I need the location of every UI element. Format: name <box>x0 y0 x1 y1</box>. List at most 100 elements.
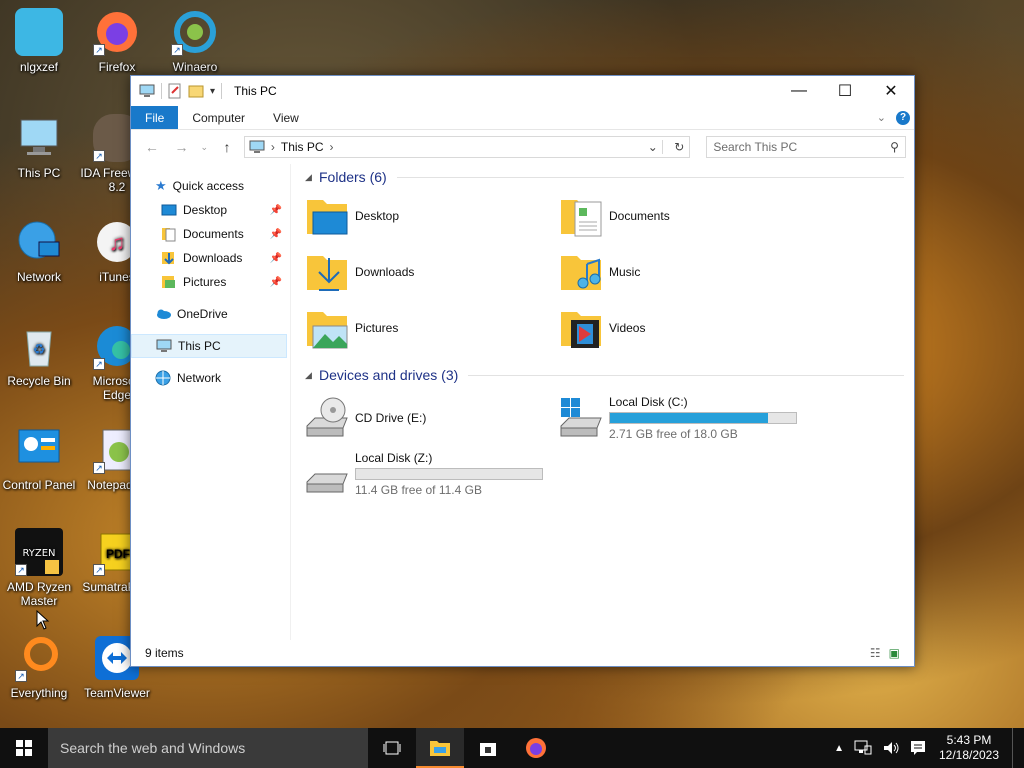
ryzen-icon: RYZEN ↗ <box>15 528 63 576</box>
customize-toolbar-dropdown[interactable]: ▾ <box>210 86 215 97</box>
search-icon[interactable]: ⚲ <box>890 140 899 154</box>
window-title: This PC <box>234 84 277 98</box>
drive-tile-cd-e[interactable]: CD Drive (E:) <box>305 390 559 446</box>
firefox-icon: ↗ <box>93 8 141 56</box>
breadcrumb-this-pc[interactable]: This PC <box>281 140 324 154</box>
desktop-icon-recycle-bin[interactable]: ♻ Recycle Bin <box>0 322 78 388</box>
taskbar-clock[interactable]: 5:43 PM 12/18/2023 <box>936 733 1002 763</box>
computer-icon <box>156 339 172 352</box>
search-input[interactable] <box>713 140 884 154</box>
sidebar-item-onedrive[interactable]: OneDrive <box>131 302 290 326</box>
drive-usage-fill <box>610 413 769 423</box>
breadcrumb-separator-icon[interactable]: › <box>330 140 334 154</box>
mouse-cursor-icon <box>36 610 50 630</box>
desktop-icon-this-pc[interactable]: This PC <box>0 114 78 180</box>
help-icon[interactable]: ? <box>896 110 910 125</box>
title-bar[interactable]: ▾ This PC — ☐ ✕ <box>131 76 914 106</box>
tab-file[interactable]: File <box>131 106 179 129</box>
details-view-icon[interactable]: ☷ <box>870 646 881 660</box>
desktop-icon-network[interactable]: Network <box>0 218 78 284</box>
sidebar-item-quick-access[interactable]: ★ Quick access <box>131 174 290 198</box>
sidebar-item-pictures[interactable]: Pictures 📌 <box>131 270 290 294</box>
pin-icon[interactable]: 📌 <box>270 229 282 240</box>
close-button[interactable]: ✕ <box>868 76 914 106</box>
breadcrumb-separator-icon[interactable]: › <box>271 140 275 154</box>
show-hidden-icons-chevron-icon[interactable]: ▲ <box>834 743 844 754</box>
pin-icon[interactable]: 📌 <box>270 277 282 288</box>
desktop-icon-user[interactable]: nlgxzef <box>0 8 78 74</box>
minimize-button[interactable]: — <box>776 76 822 106</box>
folder-tile-downloads[interactable]: Downloads <box>305 244 559 300</box>
desktop-icon-amd-ryzen-master[interactable]: RYZEN ↗ AMD Ryzen Master <box>0 528 78 608</box>
folder-tile-pictures[interactable]: Pictures <box>305 300 559 356</box>
desktop-icon-firefox[interactable]: ↗ Firefox <box>78 8 156 74</box>
shortcut-arrow-icon: ↗ <box>93 564 105 576</box>
network-status-icon[interactable] <box>854 740 872 756</box>
shortcut-arrow-icon: ↗ <box>171 44 183 56</box>
tile-label: Documents <box>609 209 670 223</box>
desktop-folder-icon <box>307 200 348 235</box>
sidebar-item-downloads[interactable]: Downloads 📌 <box>131 246 290 270</box>
item-count: 9 items <box>145 646 184 660</box>
firefox-icon <box>526 738 546 758</box>
collapse-chevron-icon[interactable]: ◢ <box>305 370 319 381</box>
navigation-pane: ★ Quick access Desktop 📌 Documents 📌 Dow… <box>131 164 291 640</box>
forward-button[interactable]: → <box>169 139 195 155</box>
desktop-icon-winaero[interactable]: ↗ Winaero <box>156 8 234 74</box>
group-header-folders[interactable]: ◢ Folders (6) <box>305 166 914 188</box>
sidebar-item-label: Pictures <box>183 275 227 289</box>
sidebar-item-this-pc[interactable]: This PC <box>131 334 287 358</box>
folder-tile-videos[interactable]: Videos <box>559 300 813 356</box>
up-button[interactable]: ↑ <box>214 139 240 155</box>
cloud-icon <box>157 309 171 319</box>
desktop-icon-control-panel[interactable]: Control Panel <box>0 426 78 492</box>
taskbar: Search the web and Windows ▲ 5:43 PM 12/… <box>0 728 1024 768</box>
taskbar-file-explorer[interactable] <box>416 728 464 768</box>
downloads-folder-icon <box>162 252 174 265</box>
documents-folder-icon <box>162 228 176 242</box>
start-button[interactable] <box>0 728 48 768</box>
taskbar-firefox[interactable] <box>512 728 560 768</box>
back-button[interactable]: ← <box>139 139 165 155</box>
action-center-icon[interactable] <box>910 740 926 756</box>
maximize-button[interactable]: ☐ <box>822 76 868 106</box>
address-bar[interactable]: › This PC › ⌄ ↻ <box>243 136 691 158</box>
collapse-chevron-icon[interactable]: ◢ <box>305 172 319 183</box>
refresh-icon[interactable]: ↻ <box>669 140 689 154</box>
large-icons-view-icon[interactable]: ▣ <box>889 646 900 660</box>
shortcut-arrow-icon: ↗ <box>93 358 105 370</box>
task-view-button[interactable] <box>368 728 416 768</box>
sidebar-item-network[interactable]: Network <box>131 366 290 390</box>
sidebar-item-desktop[interactable]: Desktop 📌 <box>131 198 290 222</box>
downloads-folder-icon <box>307 256 347 291</box>
drive-tile-local-c[interactable]: Local Disk (C:) 2.71 GB free of 18.0 GB <box>559 390 813 446</box>
taskbar-store[interactable] <box>464 728 512 768</box>
tab-computer[interactable]: Computer <box>178 106 259 129</box>
volume-icon[interactable] <box>882 740 900 756</box>
taskbar-search[interactable]: Search the web and Windows <box>48 728 368 768</box>
desktop-icon-everything[interactable]: ↗ Everything <box>0 634 78 700</box>
folder-tile-music[interactable]: Music <box>559 244 813 300</box>
expand-ribbon-chevron-icon[interactable]: ⌄ <box>877 111 886 124</box>
ribbon-tabs: File Computer View ⌄ ? <box>131 106 914 130</box>
show-desktop-button[interactable] <box>1012 728 1016 768</box>
recent-locations-dropdown[interactable]: ⌄ <box>198 142 210 153</box>
address-dropdown[interactable]: ⌄ <box>643 140 664 154</box>
folder-tile-desktop[interactable]: Desktop <box>305 188 559 244</box>
search-box[interactable]: ⚲ <box>706 136 906 158</box>
explorer-window[interactable]: ▾ This PC — ☐ ✕ File Computer View ⌄ ? ←… <box>130 75 915 667</box>
svg-text:PDF: PDF <box>106 547 130 561</box>
drive-tile-local-z[interactable]: Local Disk (Z:) 11.4 GB free of 11.4 GB <box>305 446 559 502</box>
pin-icon[interactable]: 📌 <box>270 205 282 216</box>
folder-tile-documents[interactable]: Documents <box>559 188 813 244</box>
group-header-devices[interactable]: ◢ Devices and drives (3) <box>305 364 914 386</box>
pin-icon[interactable]: 📌 <box>270 253 282 264</box>
sidebar-item-documents[interactable]: Documents 📌 <box>131 222 290 246</box>
tab-view[interactable]: View <box>259 106 313 129</box>
divider <box>161 83 162 99</box>
properties-icon[interactable] <box>168 83 182 99</box>
tile-label: Music <box>609 265 641 279</box>
new-folder-icon[interactable] <box>188 83 204 99</box>
status-bar: 9 items ☷ ▣ <box>131 640 914 666</box>
network-icon <box>155 370 171 386</box>
